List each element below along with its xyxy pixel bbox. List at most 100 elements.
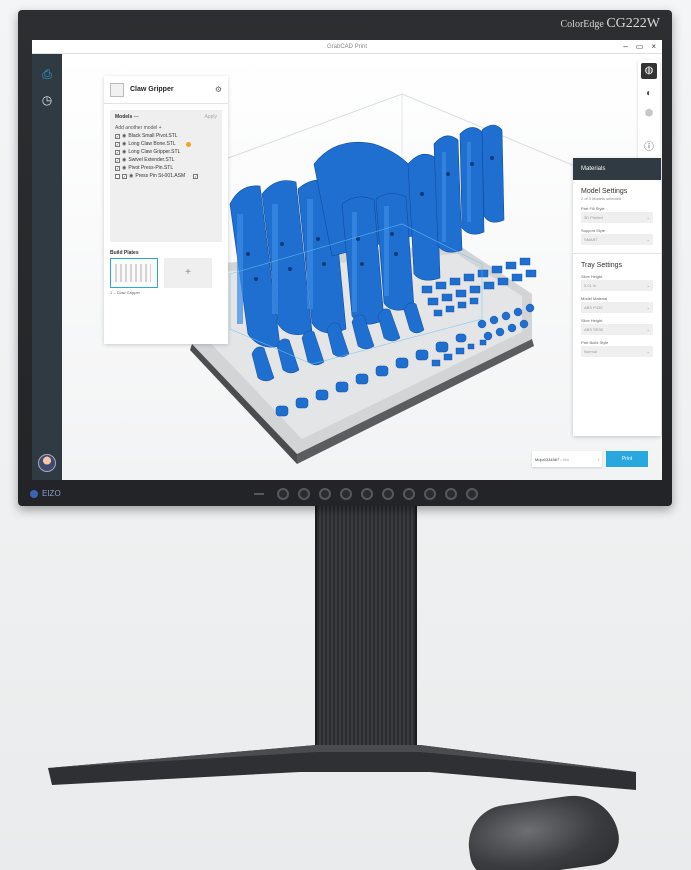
list-item[interactable]: ✓ ◉ Press Pin St-001.ASM ✓	[115, 173, 217, 179]
eye-icon[interactable]: ◉	[129, 173, 133, 179]
print-button[interactable]: Print	[605, 451, 648, 467]
monitor-button[interactable]	[319, 488, 331, 500]
checkbox[interactable]	[115, 173, 120, 179]
minimize-button[interactable]: –	[623, 40, 627, 54]
add-build-plate-button[interactable]: +	[164, 258, 212, 288]
models-header: Models — Apply	[115, 114, 217, 120]
list-item[interactable]: ✓ ◉ Swivel Extender.STL	[115, 157, 217, 163]
3d-viewport[interactable]: Claw Gripper ⚙ Models — Apply Add anothe…	[62, 54, 662, 480]
list-item[interactable]: ✓ ◉ Pivot Press-Pin.STL	[115, 165, 217, 171]
checkbox[interactable]: ✓	[115, 133, 120, 139]
chevron-down-icon: ⌄	[646, 349, 650, 354]
brand-line: ColorEdge	[560, 19, 604, 30]
add-model-label: Add another model	[115, 125, 158, 131]
support-style-value: SMART	[584, 237, 598, 242]
maker-name: EIZO	[42, 489, 61, 498]
part-fill-value: 3D Printed	[584, 215, 603, 220]
model-name: Press Pin St-001.ASM	[135, 173, 186, 179]
checkbox[interactable]: ✓	[122, 173, 127, 179]
checkbox[interactable]: ✓	[115, 165, 120, 171]
apply-button[interactable]: Apply	[204, 114, 217, 120]
list-item[interactable]: ✓ ◉ Long Claw Bone.STL	[115, 141, 217, 147]
eye-icon[interactable]: ◉	[122, 157, 126, 163]
maximize-button[interactable]: ▭	[636, 40, 644, 54]
support-style-label: Support Style	[581, 228, 606, 233]
screen: GrabCAD Print – ▭ × ⎙ ◷ Claw Gripper ⚙ M…	[32, 40, 662, 480]
monitor-button[interactable]	[466, 488, 478, 500]
left-rail: ⎙ ◷	[32, 54, 62, 480]
part-build-style-value: Normal	[584, 349, 597, 354]
eye-icon[interactable]: ◉	[122, 149, 126, 155]
list-item[interactable]: ✓ ◉ Black Small Pivot.STL	[115, 133, 217, 139]
models-label: Models	[115, 114, 133, 120]
project-title: Claw Gripper	[130, 86, 174, 93]
slice-height-value: 0.01 in	[584, 283, 597, 288]
monitor-button[interactable]	[403, 488, 415, 500]
gear-icon[interactable]: ⚙	[215, 85, 222, 94]
eye-icon[interactable]: ◉	[122, 133, 126, 139]
plus-icon: +	[158, 125, 162, 131]
chevron-down-icon: ⌄	[646, 215, 650, 220]
printer-status: Idle	[562, 456, 570, 462]
monitor-button[interactable]	[445, 488, 457, 500]
window-controls: – ▭ ×	[623, 40, 656, 54]
status-dot-icon: •	[560, 456, 562, 462]
support-style-select[interactable]: SMART ⌄	[581, 234, 653, 245]
materials-header: Materials	[573, 158, 661, 180]
models-collapse-icon[interactable]: —	[134, 114, 139, 120]
monitor-button[interactable]	[340, 488, 352, 500]
monitor-button-indicator	[254, 493, 264, 495]
model-name: Black Small Pivot.STL	[128, 133, 178, 139]
slice-height-2-value: ABS SR30	[584, 327, 604, 332]
chevron-right-icon: ›	[597, 456, 599, 462]
project-header: Claw Gripper ⚙	[104, 76, 228, 104]
build-plate-thumbnail[interactable]	[110, 258, 158, 288]
info-icon[interactable]: ⓘ	[641, 140, 657, 156]
orbit-icon[interactable]: ◐	[641, 86, 657, 102]
build-plates: +	[110, 258, 222, 288]
models-list: Models — Apply Add another model + ✓ ◉ B…	[110, 110, 222, 242]
checkbox[interactable]: ✓	[193, 173, 199, 179]
monitor-bezel: ColorEdge CG222W EIZO GrabCAD Print – ▭ …	[18, 10, 672, 506]
slice-height-select[interactable]: 0.01 in ⌄	[581, 280, 653, 291]
printer-select[interactable]: Mojo0334567 • Idle ›	[532, 451, 602, 467]
part-fill-select[interactable]: 3D Printed ⌄	[581, 212, 653, 223]
monitor-button[interactable]	[361, 488, 373, 500]
history-icon[interactable]: ◷	[39, 92, 55, 108]
slice-height-2-label: Slice Height	[581, 318, 603, 323]
window-titlebar: GrabCAD Print – ▭ ×	[32, 40, 662, 54]
monitor-button[interactable]	[424, 488, 436, 500]
eye-icon[interactable]: ◉	[122, 141, 126, 147]
chevron-down-icon: ⌄	[646, 305, 650, 310]
printer-name: Mojo0334567	[535, 456, 560, 462]
model-name: Long Claw Bone.STL	[128, 141, 176, 147]
view-cube-icon[interactable]: ◍	[641, 63, 657, 79]
monitor-button[interactable]	[277, 488, 289, 500]
project-panel: Claw Gripper ⚙ Models — Apply Add anothe…	[104, 76, 228, 344]
add-model-link[interactable]: Add another model +	[115, 125, 217, 131]
checkbox[interactable]: ✓	[115, 149, 120, 155]
printer-icon[interactable]: ⎙	[39, 66, 55, 82]
monitor-buttons	[254, 488, 478, 500]
shape-icon[interactable]: ⬢	[641, 106, 657, 122]
monitor-button[interactable]	[382, 488, 394, 500]
close-button[interactable]: ×	[651, 40, 656, 54]
project-thumbnail	[110, 82, 124, 97]
model-material-label: Model Material	[581, 296, 608, 301]
materials-panel: Materials Model Settings 2 of 3 Models s…	[573, 158, 661, 436]
slice-height-label: Slice Height	[581, 274, 603, 279]
avatar[interactable]	[38, 454, 56, 472]
checkbox[interactable]: ✓	[115, 157, 120, 163]
list-item[interactable]: ✓ ◉ Long Claw Gripper.STL	[115, 149, 217, 155]
part-build-style-select[interactable]: Normal ⌄	[581, 346, 653, 357]
eye-icon[interactable]: ◉	[122, 165, 126, 171]
warning-dot-icon	[185, 141, 191, 147]
monitor-brand: ColorEdge CG222W	[561, 16, 661, 32]
model-material-select[interactable]: ABS P430 ⌄	[581, 302, 653, 313]
build-plate-caption: 1 – Claw Gripper	[110, 290, 141, 295]
build-plates-label: Build Plates	[110, 250, 139, 256]
checkbox[interactable]: ✓	[115, 141, 120, 147]
slice-height-2-select[interactable]: ABS SR30 ⌄	[581, 324, 653, 335]
eizo-logo-icon	[30, 489, 38, 498]
monitor-button[interactable]	[298, 488, 310, 500]
